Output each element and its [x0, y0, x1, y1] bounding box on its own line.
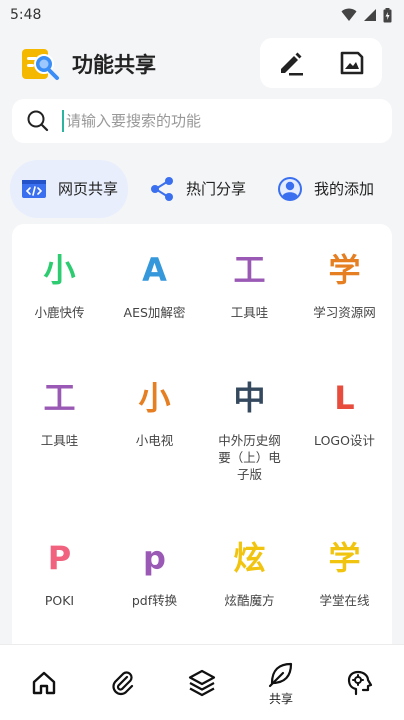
image-button[interactable]: [332, 43, 372, 83]
grid-item-icon: 小: [138, 379, 171, 417]
search-icon: [26, 109, 50, 133]
grid-item[interactable]: L LOGO设计: [297, 376, 392, 449]
grid-item-label: LOGO设计: [314, 433, 375, 448]
wifi-icon: [341, 8, 357, 21]
grid-item[interactable]: 小 小鹿快传: [12, 248, 107, 321]
grid-item-icon: 学: [328, 539, 361, 577]
grid-item-label: AES加解密: [123, 305, 186, 320]
search-bar[interactable]: [12, 99, 392, 143]
tab-web-share-label: 网页共享: [58, 180, 119, 198]
tab-hot-share-label: 热门分享: [186, 180, 247, 198]
grid-item-icon: p: [143, 539, 166, 577]
grid-item-label: 中外历史纲要（上）电子版: [218, 433, 281, 482]
grid-item-icon: A: [142, 251, 167, 289]
nav-attachments[interactable]: [83, 645, 163, 720]
grid-item-label: 小电视: [135, 433, 174, 448]
page-title: 功能共享: [72, 53, 156, 77]
nav-home[interactable]: [4, 645, 84, 720]
grid-item-label: 学习资源网: [313, 305, 376, 320]
bottom-nav: 共享: [0, 644, 404, 720]
paperclip-icon: [112, 671, 134, 696]
text-caret: [62, 110, 64, 132]
grid-item-icon: 学: [328, 251, 361, 289]
header: 功能共享: [0, 38, 404, 90]
grid-item-icon: 工: [43, 379, 76, 417]
brain-icon: [347, 670, 373, 696]
app-logo-icon: [22, 49, 59, 80]
battery-icon: [383, 7, 392, 22]
signal-icon: [364, 9, 376, 21]
grid-item-label: 工具哇: [40, 433, 79, 448]
grid-item[interactable]: 工 工具哇: [12, 376, 107, 449]
edit-button[interactable]: [271, 43, 311, 83]
grid-item[interactable]: 工 工具哇: [202, 248, 297, 321]
grid-item[interactable]: 学 学习资源网: [297, 248, 392, 321]
grid-item-icon: 炫: [233, 539, 266, 577]
grid-item-icon: L: [334, 379, 355, 417]
status-bar: 5:48: [0, 0, 404, 30]
grid-item[interactable]: 小 小电视: [107, 376, 202, 449]
nav-share[interactable]: 共享: [241, 645, 321, 720]
nav-layers[interactable]: [162, 645, 242, 720]
nav-ai[interactable]: [320, 645, 400, 720]
share-icon: [148, 175, 176, 203]
grid-item[interactable]: 炫 炫酷魔方: [202, 536, 297, 609]
grid-item[interactable]: p pdf转换: [107, 536, 202, 609]
leaf-icon: [268, 662, 293, 687]
grid-item-label: POKI: [44, 593, 75, 608]
tab-web-share[interactable]: 网页共享: [10, 160, 128, 218]
status-time: 5:48: [10, 7, 42, 23]
home-icon: [32, 671, 56, 695]
grid-item-icon: 中: [233, 379, 266, 417]
grid-item-label: pdf转换: [131, 593, 178, 608]
tab-my-added-label: 我的添加: [314, 180, 375, 198]
grid-item[interactable]: A AES加解密: [107, 248, 202, 321]
header-actions: [260, 38, 382, 88]
pencil-icon: [280, 52, 303, 76]
user-circle-icon: [276, 175, 304, 203]
grid-item-label: 炫酷魔方: [224, 593, 275, 608]
search-input[interactable]: [66, 112, 366, 130]
tab-my-added[interactable]: 我的添加: [266, 160, 388, 218]
grid-item[interactable]: 中 中外历史纲要（上）电子版: [202, 376, 297, 483]
nav-share-label: 共享: [268, 691, 293, 706]
grid-item[interactable]: P POKI: [12, 536, 107, 609]
grid-item-icon: P: [47, 539, 72, 577]
grid-item-icon: 小: [43, 251, 76, 289]
category-tabs: 网页共享 热门分享 我的添加: [8, 160, 398, 220]
function-grid: 小 小鹿快传 A AES加解密 工 工具哇 学 学习资源网 工 工具哇 小 小电…: [12, 224, 392, 654]
grid-item-icon: 工: [233, 251, 266, 289]
grid-item-label: 小鹿快传: [34, 305, 85, 320]
tab-hot-share[interactable]: 热门分享: [138, 160, 256, 218]
status-icons: [341, 7, 392, 23]
grid-item[interactable]: 学 学堂在线: [297, 536, 392, 609]
image-icon: [340, 51, 363, 75]
layers-icon: [188, 669, 216, 697]
browser-code-icon: [20, 175, 48, 203]
grid-item-label: 工具哇: [230, 305, 269, 320]
grid-item-label: 学堂在线: [319, 593, 370, 608]
